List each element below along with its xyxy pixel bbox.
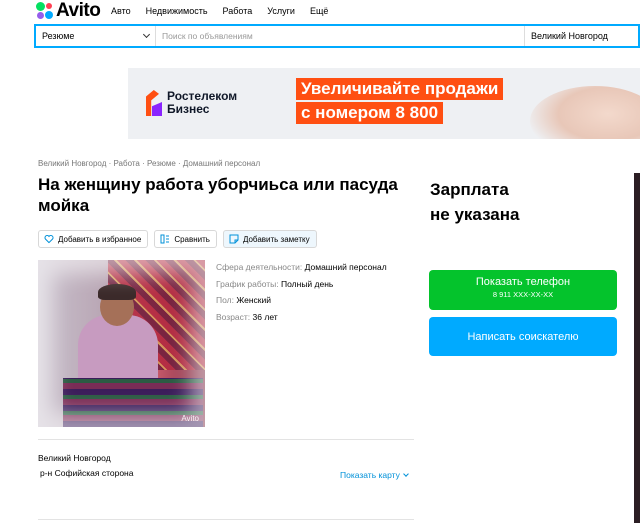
search-input[interactable] xyxy=(156,26,524,46)
search-bar: Резюме Великий Новгород xyxy=(34,24,640,48)
avito-logo[interactable]: Avito xyxy=(36,0,101,21)
category-select-value: Резюме xyxy=(42,31,75,41)
rostelecom-logo: Ростелеком Бизнес xyxy=(146,90,237,116)
show-map-label: Показать карту xyxy=(340,470,400,480)
banner-hand-image xyxy=(530,86,640,139)
breadcrumb-item[interactable]: Работа xyxy=(113,159,139,168)
banner-promo-line1: Увеличивайте продажи xyxy=(296,78,504,100)
top-nav: Avito Авто Недвижимость Работа Услуги Ещ… xyxy=(0,0,640,24)
logo-text: Avito xyxy=(56,0,101,21)
add-note-label: Добавить заметку xyxy=(242,234,310,244)
divider xyxy=(38,519,414,520)
show-phone-button[interactable]: Показать телефон 8 911 XXX-XX-XX xyxy=(429,270,617,310)
show-map-link[interactable]: Показать карту xyxy=(340,470,409,480)
param-row: Сфера деятельности: Домашний персонал xyxy=(216,262,387,279)
salary-line2: не указана xyxy=(430,205,520,224)
nav-link-auto[interactable]: Авто xyxy=(111,6,131,16)
nav-link-services[interactable]: Услуги xyxy=(267,6,295,16)
location-city: Великий Новгород xyxy=(38,453,111,463)
param-value: Женский xyxy=(236,295,271,305)
salary-info: Зарплата не указана xyxy=(430,177,519,227)
breadcrumb-item[interactable]: Великий Новгород xyxy=(38,159,106,168)
banner-promo-line2: с номером 8 800 xyxy=(296,102,444,124)
nav-links: Авто Недвижимость Работа Услуги Ещё xyxy=(111,6,343,16)
show-phone-label: Показать телефон xyxy=(475,276,571,288)
param-row: График работы: Полный день xyxy=(216,279,387,296)
listing-photo[interactable]: Avito xyxy=(38,260,205,427)
nav-link-more[interactable]: Ещё xyxy=(310,6,328,16)
page-title: На женщину работа уборчиьса или пасуда м… xyxy=(38,175,398,215)
chevron-down-icon xyxy=(403,471,409,477)
nav-link-realty[interactable]: Недвижимость xyxy=(146,6,208,16)
rostelecom-mark-icon xyxy=(146,90,162,116)
param-key: Пол: xyxy=(216,295,234,305)
breadcrumb-item[interactable]: Домашний персонал xyxy=(183,159,260,168)
divider xyxy=(38,439,414,440)
param-row: Пол: Женский xyxy=(216,295,387,312)
category-select[interactable]: Резюме xyxy=(36,26,156,46)
param-key: Возраст: xyxy=(216,311,251,322)
nav-link-jobs[interactable]: Работа xyxy=(223,6,253,16)
add-note-button[interactable]: Добавить заметку xyxy=(222,230,317,248)
banner-promo: Увеличивайте продажи с номером 8 800 xyxy=(296,78,506,126)
param-key: Сфера деятельности: xyxy=(216,262,303,272)
city-select[interactable]: Великий Новгород xyxy=(524,26,638,46)
ad-banner[interactable]: Ростелеком Бизнес Увеличивайте продажи с… xyxy=(128,68,640,139)
compare-label: Сравнить xyxy=(174,234,210,244)
city-select-value: Великий Новгород xyxy=(531,31,608,41)
phone-number-masked: 8 911 XXX-XX-XX xyxy=(492,290,554,299)
write-message-label: Написать соискателю xyxy=(467,330,579,343)
heart-icon xyxy=(44,234,54,244)
param-value: Домашний персонал xyxy=(304,262,387,272)
param-value: Полный день xyxy=(281,278,334,289)
param-key: График работы: xyxy=(216,278,279,289)
salary-line1: Зарплата xyxy=(430,180,509,199)
compare-icon xyxy=(160,234,170,244)
param-row: Возраст: 36 лет xyxy=(216,312,387,329)
photo-watermark: Avito xyxy=(181,414,199,423)
location-district: р-н Софийская сторона xyxy=(40,468,134,478)
param-value: 36 лет xyxy=(252,311,278,322)
banner-brand-line2: Бизнес xyxy=(167,102,210,116)
chevron-down-icon xyxy=(142,30,151,39)
side-ad-edge xyxy=(634,173,640,523)
breadcrumb: Великий Новгород · Работа · Резюме · Дом… xyxy=(38,159,261,168)
note-icon xyxy=(229,234,239,244)
compare-button[interactable]: Сравнить xyxy=(154,230,217,248)
add-to-favorites-label: Добавить в избранное xyxy=(58,234,142,244)
breadcrumb-item[interactable]: Резюме xyxy=(147,159,176,168)
listing-actions: Добавить в избранное Сравнить Добавить з… xyxy=(38,230,323,248)
logo-dots-icon xyxy=(36,2,54,20)
add-to-favorites-button[interactable]: Добавить в избранное xyxy=(38,230,149,248)
listing-params: Сфера деятельности: Домашний персонал Гр… xyxy=(216,262,387,328)
write-message-button[interactable]: Написать соискателю xyxy=(429,317,617,356)
